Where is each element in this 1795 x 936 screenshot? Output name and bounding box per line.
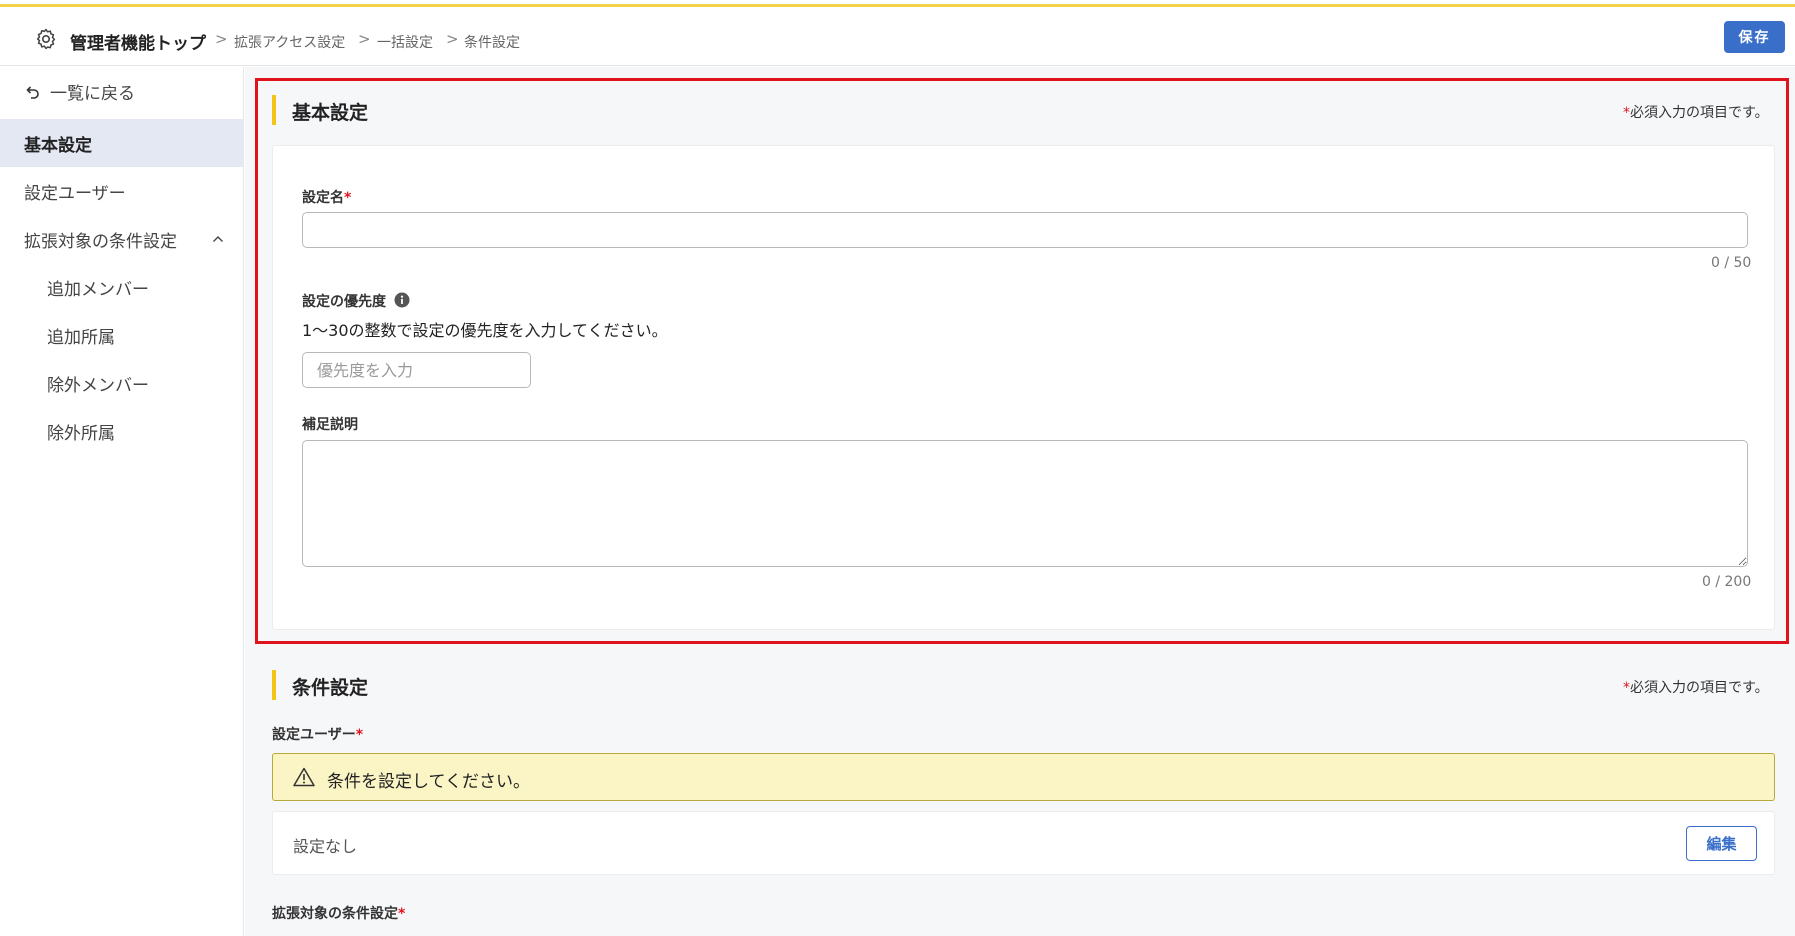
top-accent-bar xyxy=(0,0,1795,7)
sidebar-item-label: 基本設定 xyxy=(24,135,92,156)
breadcrumb-separator-icon: > xyxy=(215,30,228,48)
no-setting-text: 設定なし xyxy=(293,837,358,856)
setting-users-card: 設定なし 編集 xyxy=(272,811,1775,875)
back-to-list-link[interactable]: 一覧に戻る xyxy=(0,67,244,115)
breadcrumb-root[interactable]: 管理者機能トップ xyxy=(70,29,206,54)
back-arrow-icon xyxy=(26,86,39,99)
sidebar-item-excluded-members[interactable]: 除外メンバー xyxy=(0,359,244,407)
breadcrumb-item-extended-access[interactable]: 拡張アクセス設定 xyxy=(234,32,345,52)
sidebar-item-label: 追加所属 xyxy=(47,327,115,348)
warning-icon xyxy=(293,767,315,787)
save-button[interactable]: 保存 xyxy=(1724,21,1785,53)
sidebar-item-setting-users[interactable]: 設定ユーザー xyxy=(0,167,244,215)
sidebar-item-label: 設定ユーザー xyxy=(24,183,126,204)
warning-text: 条件を設定してください。 xyxy=(327,772,530,792)
gear-icon[interactable] xyxy=(34,27,58,51)
setting-users-label: 設定ユーザー* xyxy=(272,727,364,743)
back-to-list-label: 一覧に戻る xyxy=(50,83,135,104)
sidebar-item-label: 除外メンバー xyxy=(47,375,149,396)
warning-banner: 条件を設定してください。 xyxy=(272,753,1775,801)
edit-button[interactable]: 編集 xyxy=(1686,826,1757,861)
sidebar-item-extension-conditions[interactable]: 拡張対象の条件設定 xyxy=(0,215,244,263)
breadcrumb-item-condition-settings: 条件設定 xyxy=(464,35,520,51)
chevron-up-icon[interactable] xyxy=(212,233,224,245)
sidebar-item-excluded-departments[interactable]: 除外所属 xyxy=(0,407,244,455)
sidebar-item-added-departments[interactable]: 追加所属 xyxy=(0,311,244,359)
highlight-frame xyxy=(255,78,1789,644)
sidebar: 一覧に戻る 基本設定 設定ユーザー 拡張対象の条件設定 追加メンバー 追加所属 … xyxy=(0,67,244,936)
breadcrumb-separator-icon: > xyxy=(446,30,459,48)
sidebar-item-label: 除外所属 xyxy=(47,423,115,444)
sidebar-item-basic-settings[interactable]: 基本設定 xyxy=(0,119,244,167)
extension-conditions-label: 拡張対象の条件設定* xyxy=(272,906,406,922)
sidebar-item-label: 追加メンバー xyxy=(47,279,149,300)
required-note: *必須入力の項目です。 xyxy=(1623,680,1769,696)
condition-settings-title: 条件設定 xyxy=(292,677,369,699)
section-accent-bar xyxy=(272,670,276,700)
sidebar-item-label: 拡張対象の条件設定 xyxy=(24,231,177,252)
breadcrumb-separator-icon: > xyxy=(358,30,371,48)
header: 管理者機能トップ > 拡張アクセス設定 > 一括設定 > 条件設定 保存 xyxy=(0,7,1795,66)
sidebar-item-added-members[interactable]: 追加メンバー xyxy=(0,263,244,311)
breadcrumb-item-bulk-settings[interactable]: 一括設定 xyxy=(377,32,433,52)
